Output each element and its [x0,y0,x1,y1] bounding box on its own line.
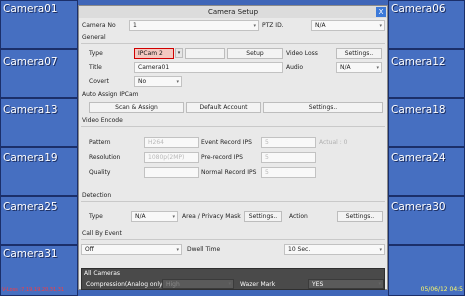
chevron-down-icon: ▾ [376,65,379,71]
quality-field[interactable] [144,167,199,178]
ptz-id-label: PTZ ID. [262,22,284,29]
quality-label: Quality [89,169,111,176]
chevron-down-icon: ▾ [176,79,179,85]
prerecord-ips-field[interactable]: 5 [261,152,316,163]
action-label: Action [289,213,308,220]
close-icon[interactable]: X [376,7,386,17]
pattern-field[interactable]: H264 [144,137,199,148]
section-general: General [82,34,106,41]
chevron-down-icon[interactable]: ▾ [175,48,183,58]
camera-label: Camera25 [3,201,58,213]
title-input[interactable]: Camera01 [134,62,283,73]
camera-setup-dialog: Camera Setup X Camera No 1 ▾ PTZ ID. N/A ▾… [78,5,388,290]
actual-fps-label: Actual : 0 [319,139,348,146]
camera-label: Camera31 [3,248,58,260]
prerecord-ips-label: Pre-record IPS [201,154,243,161]
chevron-down-icon: ▾ [176,247,179,253]
dialog-title: Camera Setup [79,6,387,18]
event-ips-label: Event Record IPS [201,139,252,146]
type-label: Type [89,50,103,57]
resolution-field[interactable]: 1080p(2MP) [144,152,199,163]
audio-select[interactable]: N/A ▾ [336,62,382,73]
section-call-by-event: Call By Event [82,230,122,237]
camera-no-label: Camera No [82,22,116,29]
video-loss-settings-button[interactable]: Settings.. [336,48,382,59]
title-label: Title [89,64,102,71]
detection-type-select[interactable]: N/A ▾ [131,211,178,222]
auto-assign-settings-button[interactable]: Settings.. [263,102,383,113]
pattern-label: Pattern [89,139,111,146]
resolution-label: Resolution [89,154,121,161]
section-detection: Detection [82,192,112,199]
detection-type-label: Type [89,213,103,220]
default-account-button[interactable]: Default Account [186,102,261,113]
divider [81,126,385,127]
type-blank-field[interactable] [185,48,225,59]
chevron-down-icon: ▾ [379,23,382,29]
camera-no-select[interactable]: 1 ▾ [129,20,259,31]
camera-label: Camera07 [3,56,58,68]
area-settings-button[interactable]: Settings.. [244,211,282,222]
camera-label: Camera19 [3,152,58,164]
all-cameras-panel: All Cameras Compression(Analog only) Hig… [81,268,385,290]
area-privacy-label: Area / Privacy Mask [182,213,241,220]
ptz-id-select[interactable]: N/A ▾ [311,20,385,31]
compression-select[interactable]: High ▾ [162,279,234,289]
chevron-down-icon: ▾ [378,281,381,287]
section-auto-assign: Auto Assign IPCam [82,91,139,98]
section-video-encode: Video Encode [82,117,123,124]
watermark-label: Wazer Mark [240,281,276,288]
scan-assign-button[interactable]: Scan & Assign [89,102,184,113]
camera-label: Camera18 [391,104,446,116]
camera-label: Camera24 [391,152,446,164]
call-by-event-select[interactable]: Off ▾ [81,244,182,255]
camera-label: Camera30 [391,201,446,213]
datetime-display: 05/06/12 04:5 [420,286,463,293]
chevron-down-icon: ▾ [172,214,175,220]
covert-select[interactable]: No ▾ [134,76,182,87]
watermark-select[interactable]: YES ▾ [308,279,384,289]
camera-label: Camera13 [3,104,58,116]
setup-button[interactable]: Setup [227,48,283,59]
dwell-time-select[interactable]: 10 Sec. ▾ [284,244,385,255]
chevron-down-icon: ▾ [228,281,231,287]
video-loss-label: Video Loss [286,50,318,57]
camera-label: Camera06 [391,3,446,15]
chevron-down-icon: ▾ [379,247,382,253]
divider [81,43,385,44]
normal-ips-field[interactable]: 5 [261,167,316,178]
covert-label: Covert [89,78,109,85]
divider [81,201,385,202]
chevron-down-icon: ▾ [253,23,256,29]
camera-label: Camera12 [391,56,446,68]
compression-label: Compression(Analog only) [86,281,165,288]
action-settings-button[interactable]: Settings.. [337,211,383,222]
normal-ips-label: Normal Record IPS [201,169,257,176]
divider [81,239,385,240]
camera-label: Camera01 [3,3,58,15]
type-select[interactable]: IPCam 2 [134,48,174,59]
all-cameras-label: All Cameras [84,270,121,277]
dwell-time-label: Dwell Time [187,246,221,253]
video-loss-status: V-Loss :7,19,19,20,31,31 [2,287,65,293]
event-ips-field[interactable]: 5 [261,137,316,148]
audio-label: Audio [286,64,304,71]
